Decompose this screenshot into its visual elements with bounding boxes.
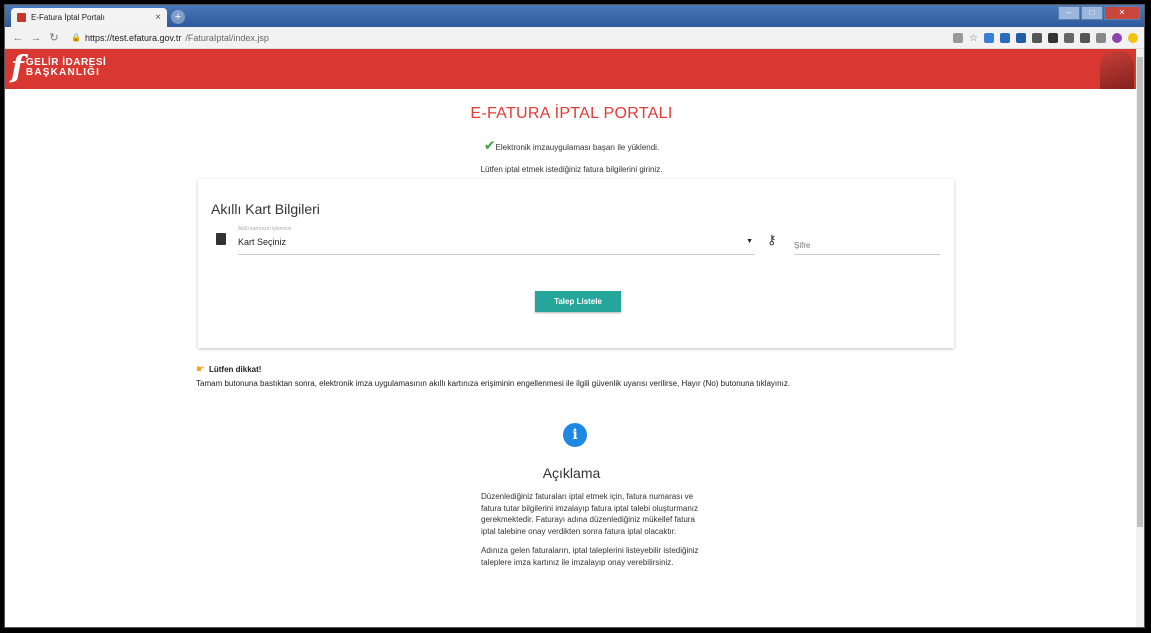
- checkmark-icon: ✔: [483, 137, 496, 153]
- site-header: f GELİR İDARESİ BAŞKANLIĞI: [5, 49, 1144, 89]
- card-select-value: Kart Seçiniz: [238, 237, 287, 247]
- logo-mark-icon: f: [11, 50, 24, 85]
- instruction-text: Lütfen iptal etmek istediğiniz fatura bi…: [480, 165, 663, 174]
- extension-icons: ☆: [953, 32, 1138, 44]
- list-requests-button[interactable]: Talep Listele: [535, 291, 621, 312]
- profile-icon[interactable]: [1112, 32, 1122, 43]
- info-icon: i: [563, 423, 587, 447]
- key-extension-icon[interactable]: [953, 32, 964, 43]
- warning-title: Lütfen dikkat!: [208, 365, 262, 374]
- reload-icon[interactable]: ↻: [47, 31, 61, 44]
- logo-line2: BAŞKANLIĞI: [25, 67, 101, 78]
- star-icon[interactable]: ☆: [969, 33, 978, 44]
- extension-icon-8[interactable]: [1096, 32, 1106, 43]
- minimize-button[interactable]: –: [1058, 6, 1080, 20]
- extension-icon-7[interactable]: [1080, 32, 1090, 43]
- dropdown-arrow-icon: ▼: [746, 238, 753, 245]
- aciklama-paragraph-1: Düzenlediğiniz faturaları iptal etmek iç…: [481, 492, 698, 536]
- page-title: E-FATURA İPTAL PORTALI: [470, 105, 673, 122]
- card-select[interactable]: Kart Seçiniz ▼: [238, 237, 755, 255]
- maximize-button[interactable]: □: [1081, 6, 1103, 20]
- url-field[interactable]: 🔒 https://test.efatura.gov.tr/FaturaIpta…: [71, 33, 269, 43]
- url-host: https://test.efatura.gov.tr: [84, 32, 182, 43]
- select-label: Akıllı kartınızın işlemcisi: [238, 226, 292, 232]
- extension-icon-3[interactable]: [1016, 32, 1026, 43]
- sim-card-icon: [216, 233, 226, 245]
- browser-window: E-Fatura İptal Portalı × + – □ ✕ ← → ↻ 🔒…: [4, 4, 1145, 628]
- new-tab-button[interactable]: +: [171, 10, 185, 24]
- ataturk-portrait-icon: [1100, 51, 1134, 89]
- favicon-icon: [17, 13, 26, 22]
- tab-title: E-Fatura İptal Portalı: [31, 13, 105, 22]
- extension-icon-2[interactable]: [1000, 32, 1010, 43]
- smart-card-panel: Akıllı Kart Bilgileri Akıllı kartınızın …: [198, 179, 954, 348]
- extension-icon-5[interactable]: [1048, 32, 1058, 43]
- window-controls: – □ ✕: [1058, 6, 1140, 20]
- extension-icon-1[interactable]: [984, 32, 994, 43]
- password-input[interactable]: [794, 237, 940, 255]
- extension-icon-4[interactable]: [1032, 32, 1042, 43]
- aciklama-description: Düzenlediğiniz faturaları iptal etmek iç…: [481, 491, 701, 576]
- pointing-hand-icon: ☛: [196, 364, 205, 375]
- back-icon[interactable]: ←: [11, 32, 25, 44]
- status-text: Elektronik imzauygulaması başarı ile yük…: [495, 143, 660, 152]
- browser-tab[interactable]: E-Fatura İptal Portalı ×: [11, 8, 167, 27]
- warning-notice: ☛ Lütfen dikkat! Tamam butonuna bastıkta…: [196, 364, 790, 388]
- url-path: /FaturaIptal/index.jsp: [185, 32, 269, 43]
- gib-logo[interactable]: f GELİR İDARESİ BAŞKANLIĞI: [11, 53, 106, 83]
- aciklama-paragraph-2: Adınıza gelen faturaların, iptal taleple…: [481, 546, 699, 567]
- aciklama-title: Açıklama: [542, 465, 601, 481]
- key-icon: ⚷: [767, 232, 777, 247]
- title-bar: E-Fatura İptal Portalı × + – □ ✕: [5, 5, 1144, 27]
- main-content: E-FATURA İPTAL PORTALI ✔Elektronik imzau…: [5, 89, 1138, 567]
- lock-icon: 🔒: [71, 33, 81, 42]
- address-bar: ← → ↻ 🔒 https://test.efatura.gov.tr/Fatu…: [5, 27, 1144, 49]
- card-title: Akıllı Kart Bilgileri: [211, 201, 320, 217]
- window-close-button[interactable]: ✕: [1104, 6, 1140, 20]
- extension-icon-6[interactable]: [1064, 32, 1074, 43]
- close-icon[interactable]: ×: [155, 12, 161, 23]
- status-message: ✔Elektronik imzauygulaması başarı ile yü…: [5, 137, 1138, 154]
- menu-icon[interactable]: [1128, 32, 1138, 43]
- warning-text: Tamam butonuna bastıktan sonra, elektron…: [196, 379, 791, 388]
- forward-icon[interactable]: →: [29, 32, 43, 44]
